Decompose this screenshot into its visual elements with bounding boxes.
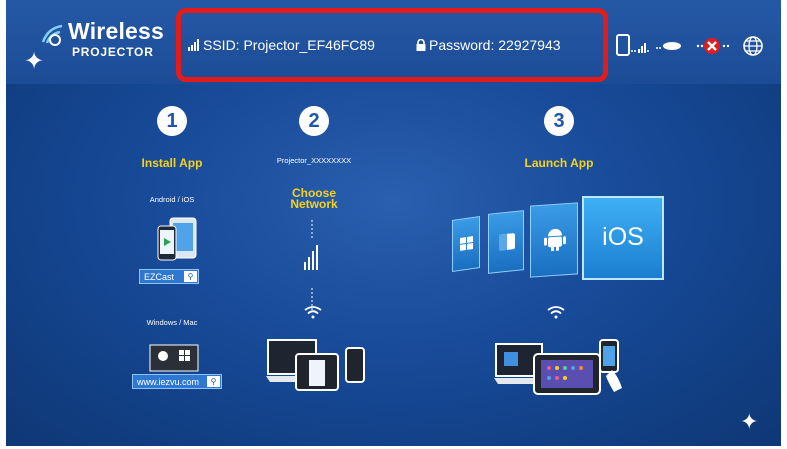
device-icon <box>616 34 630 56</box>
finder-icon <box>499 233 515 251</box>
site-search-text: www.iezvu.com <box>137 376 200 387</box>
network-name-label: Projector_XXXXXXXX <box>276 156 352 165</box>
mobile-devices-icon <box>157 217 197 261</box>
ssid-label: SSID: Projector_EF46FC89 <box>203 37 375 53</box>
password-info: Password: 22927943 <box>416 36 561 54</box>
step-2-title: Choose Network <box>290 186 338 211</box>
ssid-info: SSID: Projector_EF46FC89 <box>188 36 375 54</box>
step-3-title: Launch App <box>524 156 594 170</box>
mobile-platform-label: Android / iOS <box>149 195 195 204</box>
globe-icon <box>743 36 763 56</box>
app-search-bar: EZCast ⚲ <box>139 269 199 284</box>
network-signal-icon <box>304 220 318 310</box>
desktop-platform-label: Windows / Mac <box>146 318 198 327</box>
no-internet-icon <box>696 38 730 54</box>
devices-icon <box>266 339 365 391</box>
lock-icon <box>416 39 426 51</box>
step-1-title: Install App <box>141 156 203 170</box>
wifi-logo-icon <box>41 24 63 46</box>
multi-device-icon <box>494 339 622 395</box>
signal-icon <box>188 39 199 51</box>
router-icon <box>656 42 681 50</box>
android-tile <box>530 202 578 278</box>
ios-tile: iOS <box>582 196 664 280</box>
sparkle-icon: ✦ <box>24 48 45 75</box>
password-label: Password: 22927943 <box>429 37 561 53</box>
step-3-number: 3 <box>544 106 574 136</box>
logo-title: Wireless <box>68 18 165 44</box>
windows-tile <box>452 216 480 272</box>
sparkle-icon: ✦ <box>740 409 759 434</box>
android-icon <box>544 228 566 252</box>
step-1-number: 1 <box>157 106 187 136</box>
windows-mac-icon <box>149 344 199 372</box>
mac-tile <box>488 210 524 274</box>
wifi-icon <box>547 306 565 319</box>
projector-screen: Wireless PROJECTOR ✦ SSID: Projector_EF4… <box>6 0 781 446</box>
logo-subtitle: PROJECTOR <box>72 45 154 59</box>
logo: Wireless PROJECTOR <box>40 18 180 70</box>
search-icon: ⚲ <box>184 271 197 282</box>
site-search-bar: www.iezvu.com ⚲ <box>132 374 222 389</box>
windows-icon <box>460 236 473 251</box>
app-search-text: EZCast <box>144 271 175 282</box>
status-bar <box>616 34 768 58</box>
signal-status-icon <box>631 43 649 53</box>
search-icon: ⚲ <box>207 376 220 387</box>
wifi-icon <box>304 306 322 319</box>
step-2-number: 2 <box>299 106 329 136</box>
